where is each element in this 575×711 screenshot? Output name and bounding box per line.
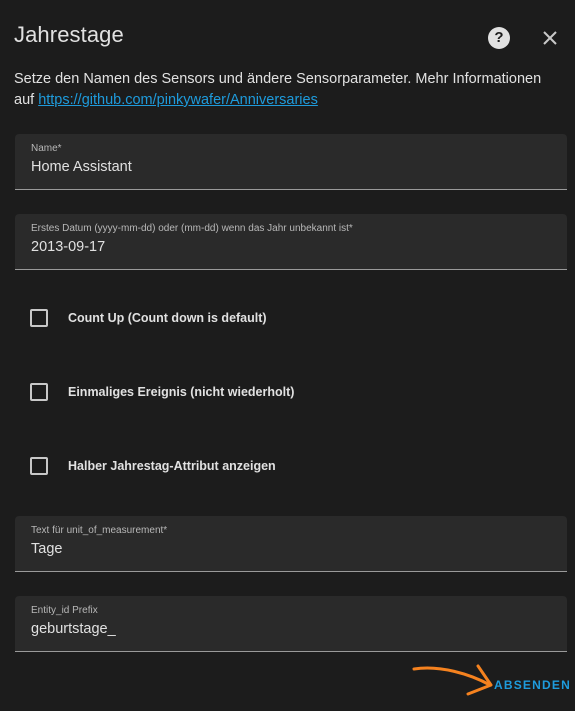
- documentation-link[interactable]: https://github.com/pinkywafer/Anniversar…: [38, 92, 318, 108]
- dialog-description: Setze den Namen des Sensors und ändere S…: [14, 69, 564, 111]
- date-field[interactable]: Erstes Datum (yyyy-mm-dd) oder (mm-dd) w…: [15, 214, 567, 270]
- name-field-label: Name*: [31, 143, 62, 154]
- one-time-label: Einmaliges Ereignis (nicht wiederholt): [68, 385, 295, 399]
- count-up-checkbox[interactable]: [30, 309, 48, 327]
- date-field-value[interactable]: 2013-09-17: [31, 239, 105, 255]
- prefix-field-value[interactable]: geburtstage_: [31, 621, 116, 637]
- name-field[interactable]: Name* Home Assistant: [15, 134, 567, 190]
- config-dialog: Jahrestage ? Setze den Namen des Sensors…: [0, 0, 575, 711]
- dialog-title: Jahrestage: [14, 22, 124, 47]
- help-icon[interactable]: ?: [488, 27, 510, 49]
- unit-field-label: Text für unit_of_measurement*: [31, 525, 168, 536]
- half-anniversary-checkbox[interactable]: [30, 457, 48, 475]
- one-time-checkbox[interactable]: [30, 383, 48, 401]
- checkbox-half-anniversary[interactable]: Halber Jahrestag-Attribut anzeigen: [30, 456, 276, 476]
- unit-field-value[interactable]: Tage: [31, 541, 62, 557]
- prefix-field-label: Entity_id Prefix: [31, 605, 98, 616]
- name-field-value[interactable]: Home Assistant: [31, 159, 132, 175]
- close-icon[interactable]: [540, 28, 560, 48]
- unit-field[interactable]: Text für unit_of_measurement* Tage: [15, 516, 567, 572]
- half-anniversary-label: Halber Jahrestag-Attribut anzeigen: [68, 459, 276, 473]
- checkbox-one-time[interactable]: Einmaliges Ereignis (nicht wiederholt): [30, 382, 294, 402]
- count-up-label: Count Up (Count down is default): [68, 311, 267, 325]
- date-field-label: Erstes Datum (yyyy-mm-dd) oder (mm-dd) w…: [31, 223, 353, 234]
- annotation-arrow-icon: [412, 664, 493, 696]
- checkbox-count-up[interactable]: Count Up (Count down is default): [30, 308, 267, 328]
- prefix-field[interactable]: Entity_id Prefix geburtstage_: [15, 596, 567, 652]
- submit-button[interactable]: ABSENDEN: [490, 676, 575, 694]
